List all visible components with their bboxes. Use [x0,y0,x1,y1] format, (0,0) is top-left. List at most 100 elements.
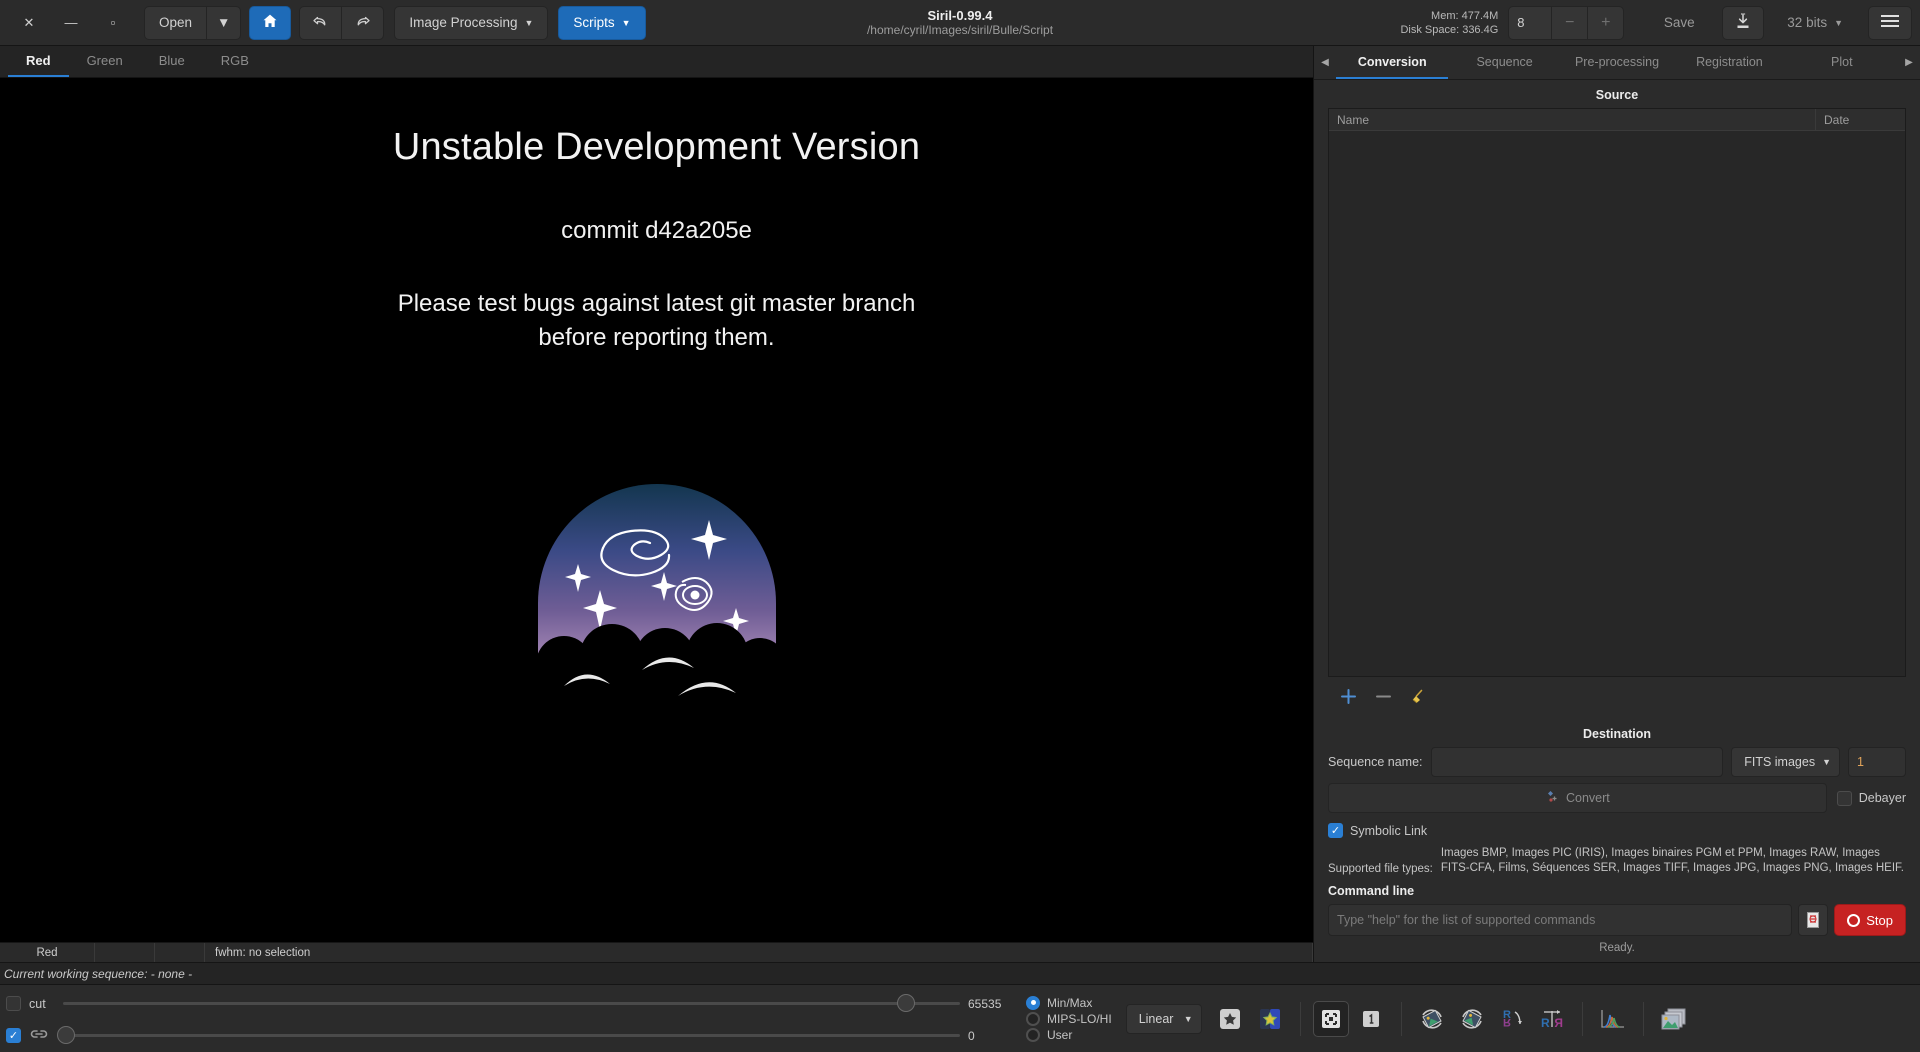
image-processing-button[interactable]: Image Processing ▼ [394,5,549,40]
minus-icon[interactable] [1375,688,1392,708]
lo-slider-track[interactable] [57,1026,960,1044]
window-minimize-button[interactable]: — [50,6,92,40]
radio-min-max-label: Min/Max [1047,995,1093,1010]
symbolic-link-row[interactable]: ✓ Symbolic Link [1328,823,1906,838]
hi-slider-row: cut 65535 [6,993,1016,1015]
convert-row: Convert Debayer [1328,783,1906,813]
panel-tabs-prev-arrow[interactable]: ◀ [1314,46,1336,79]
supported-file-types-row: Supported file types: Images BMP, Images… [1328,846,1906,876]
tab-sequence[interactable]: Sequence [1448,46,1560,79]
image-stack-icon[interactable] [1656,1001,1692,1037]
main-area: Red Green Blue RGB Unstable Development … [0,46,1920,962]
redo-button[interactable] [342,5,385,40]
radio-min-max[interactable]: Min/Max [1026,995,1112,1010]
fit-to-window-icon[interactable] [1312,1000,1349,1037]
link-levels-checkbox[interactable]: ✓ [6,1028,21,1043]
star-color-icon[interactable] [1252,1001,1288,1037]
star-outline-icon[interactable] [1212,1001,1248,1037]
save-button[interactable]: Save [1644,6,1714,40]
destination-section-title: Destination [1582,727,1652,741]
source-list-header: Name Date [1329,109,1905,131]
bit-depth-group: 32 bits ▼ [1772,6,1858,40]
tab-blue[interactable]: Blue [141,46,203,77]
spinner-minus-button[interactable]: − [1552,5,1589,40]
broom-icon[interactable] [1410,688,1427,708]
stop-label: Stop [1866,912,1893,928]
tab-conversion[interactable]: Conversion [1336,46,1449,79]
tab-red[interactable]: Red [8,46,69,77]
working-sequence-bar: Current working sequence: - none - [0,962,1920,984]
redo-icon [354,14,371,32]
home-button[interactable] [249,5,292,40]
flip-vertical-icon[interactable]: R R [1494,1001,1530,1037]
convert-button[interactable]: Convert [1328,783,1827,813]
status-col2 [95,943,155,962]
command-status-label: Ready. [1599,942,1635,954]
sequence-name-row: Sequence name: FITS images ▼ [1328,747,1906,777]
radio-mips-lo-hi-dot[interactable] [1026,1011,1040,1026]
hamburger-menu-button[interactable] [1868,5,1912,40]
tab-plot[interactable]: Plot [1786,46,1898,79]
open-button[interactable]: Open [144,5,208,40]
convert-icon [1545,790,1560,806]
splash-message: Unstable Development Version commit d42a… [0,126,1313,355]
radio-mips-lo-hi[interactable]: MIPS-LO/HI [1026,1011,1112,1026]
cut-checkbox[interactable] [6,996,21,1011]
window-close-button[interactable]: ✕ [8,6,50,40]
spinner-plus-button[interactable]: + [1588,5,1625,40]
stop-button[interactable]: Stop [1834,904,1906,936]
window-maximize-button[interactable]: ▫ [92,6,134,40]
tab-pre-processing[interactable]: Pre-processing [1561,46,1673,79]
tab-green[interactable]: Green [69,46,141,77]
output-format-select[interactable]: FITS images ▼ [1731,747,1840,777]
symbolic-link-checkbox[interactable]: ✓ [1328,823,1343,838]
spinner-value[interactable]: 8 [1508,5,1553,40]
script-icon[interactable] [1798,904,1829,936]
lo-slider-knob[interactable] [57,1026,75,1044]
save-as-icon [1735,12,1751,33]
radio-user-dot[interactable] [1026,1027,1040,1042]
image-pane: Red Green Blue RGB Unstable Development … [0,46,1313,962]
scripts-label: Scripts [573,15,615,30]
svg-text:R: R [1554,1016,1563,1030]
level-sliders: cut 65535 ✓ 0 [6,985,1016,1052]
tab-rgb[interactable]: RGB [203,46,267,77]
status-fwhm: fwhm: no selection [205,943,1313,962]
source-list-body[interactable] [1329,131,1905,676]
debayer-checkbox[interactable] [1836,790,1852,806]
save-as-button[interactable] [1722,5,1765,40]
rotate-left-icon[interactable] [1414,1001,1450,1037]
scripts-button[interactable]: Scripts ▼ [558,5,646,40]
column-header-date[interactable]: Date [1815,109,1905,130]
undo-button[interactable] [299,5,343,40]
splash-notice-line2: before reporting them. [538,324,775,351]
command-line-title: Command line [1328,884,1415,898]
toolbar-separator [1581,1001,1583,1036]
source-file-list[interactable]: Name Date [1328,108,1906,677]
hi-slider-knob[interactable] [897,994,916,1012]
start-index-input[interactable] [1848,747,1906,777]
command-input[interactable] [1328,904,1793,936]
save-group: Save [1644,6,1714,40]
view-tools: R R R R [1212,1000,1692,1037]
bit-depth-button[interactable]: 32 bits ▼ [1772,6,1858,40]
radio-min-max-dot[interactable] [1026,995,1040,1010]
image-canvas[interactable]: Unstable Development Version commit d42a… [0,78,1313,942]
zoom-one-to-one-icon[interactable] [1353,1001,1389,1037]
scale-mode-select[interactable]: Linear ▼ [1125,1003,1202,1034]
sequence-name-input[interactable] [1430,747,1724,777]
rotate-right-icon[interactable] [1454,1001,1490,1037]
flip-horizontal-icon[interactable]: R R [1534,1001,1570,1037]
histogram-icon[interactable] [1595,1001,1631,1037]
radio-user[interactable]: User [1026,1027,1112,1042]
debayer-row[interactable]: Debayer [1836,790,1906,806]
radio-user-label: User [1047,1027,1073,1042]
plus-icon[interactable] [1340,688,1357,708]
panel-tabs-next-arrow[interactable]: ▶ [1898,46,1920,79]
open-dropdown-button[interactable]: ▼ [207,5,242,40]
hi-slider-track[interactable] [63,994,960,1012]
tab-registration[interactable]: Registration [1673,46,1785,79]
undo-icon [312,14,329,32]
column-header-name[interactable]: Name [1329,109,1815,130]
chevron-down-icon: ▼ [1822,757,1831,767]
